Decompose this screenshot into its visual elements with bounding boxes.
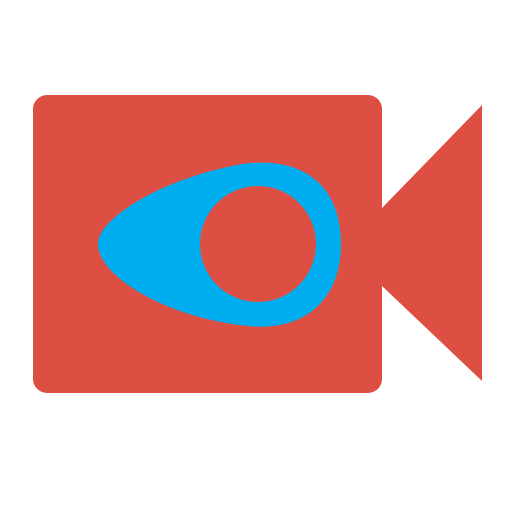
lens-center [200,186,316,302]
camera-viewfinder [382,105,482,381]
app-icon [0,0,512,512]
video-camera-icon [33,95,482,393]
